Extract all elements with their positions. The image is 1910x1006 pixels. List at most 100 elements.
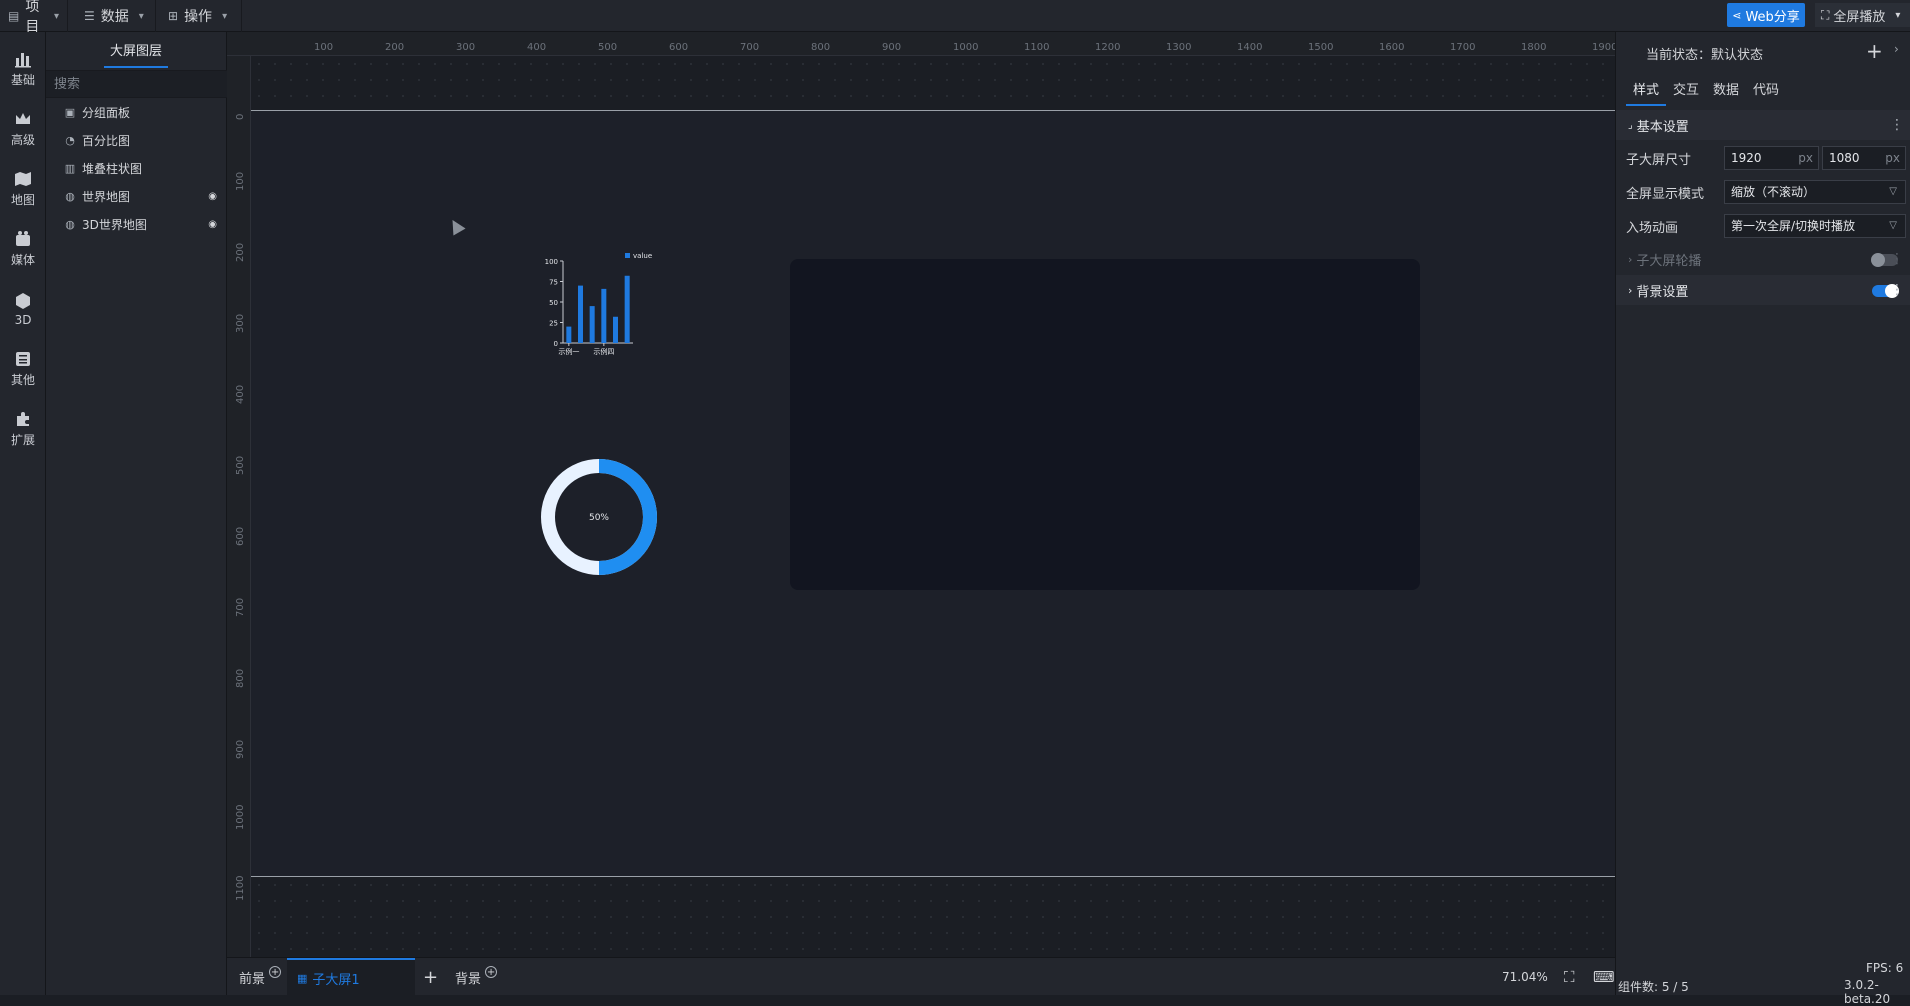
chevron-down-icon: ▾ — [222, 10, 228, 22]
layer-item-world-map[interactable]: ◍ 世界地图 ◉ — [46, 182, 227, 210]
tab-style[interactable]: 样式 — [1626, 76, 1666, 106]
bar — [624, 275, 630, 343]
sidebar-item-media[interactable]: 媒体 — [0, 224, 46, 274]
ruler-tick-label: 1000 — [953, 42, 979, 53]
tab-sub-screen-1[interactable]: ▦ 子大屏1 — [287, 958, 415, 996]
tab-background[interactable]: 背景 + — [455, 958, 498, 996]
chevron-down-icon: ▾ — [1895, 9, 1901, 21]
sidebar-item-label: 3D — [14, 312, 32, 327]
add-state-icon[interactable]: + — [1866, 39, 1883, 63]
section-background-settings[interactable]: › 背景设置 ⋮ — [1616, 275, 1910, 305]
web-share-button[interactable]: ⋖ Web分享 — [1727, 3, 1805, 27]
data-menu-label: 数据 — [100, 9, 129, 25]
cube-icon — [16, 292, 30, 309]
ruler-tick-label: 600 — [669, 42, 689, 53]
eye-hidden-icon[interactable]: ◉ — [208, 191, 217, 202]
bar — [601, 288, 607, 343]
ruler-tick-label: 1900 — [1592, 42, 1615, 53]
sidebar-item-advanced[interactable]: 高级 — [0, 104, 46, 154]
zoom-level[interactable]: 71.04% — [1502, 958, 1548, 996]
chevron-right-icon[interactable]: › — [1894, 42, 1899, 56]
sidebar-item-extension[interactable]: 扩展 — [0, 404, 46, 454]
row-fullscreen-mode: 全屏显示模式 缩放（不滚动） ▽ — [1616, 177, 1910, 207]
eye-hidden-icon[interactable]: ◉ — [208, 219, 217, 230]
fullscreen-mode-select[interactable]: 缩放（不滚动） ▽ — [1724, 180, 1906, 204]
tab-foreground[interactable]: 前景 + — [239, 958, 282, 996]
height-unit: px — [1885, 151, 1900, 165]
ruler-tick-label: 1400 — [1237, 42, 1263, 53]
sidebar-item-basic[interactable]: 基础 — [0, 44, 46, 94]
add-sub-screen-button[interactable]: + — [423, 958, 438, 996]
current-state-label: 当前状态：默认状态 — [1646, 48, 1764, 63]
ruler-tick-label: 1000 — [235, 804, 246, 830]
entry-animation-select[interactable]: 第一次全屏/切换时播放 ▽ — [1724, 214, 1906, 238]
section-carousel[interactable]: › 子大屏轮播 ⋮ — [1616, 244, 1910, 274]
layer-search-input[interactable]: 搜索 — [46, 70, 227, 98]
operation-menu[interactable]: ⊞ 操作 ▾ — [160, 0, 242, 32]
ruler-tick-label: 700 — [235, 597, 246, 617]
add-foreground-icon[interactable]: + — [269, 966, 282, 978]
layer-item-percentage[interactable]: ◔ 百分比图 — [46, 126, 227, 154]
section-basic-settings[interactable]: ⌟ 基本设置 ⋮ — [1616, 110, 1910, 140]
chevron-right-icon: › — [1628, 283, 1633, 297]
layer-item-label: 堆叠柱状图 — [82, 161, 143, 176]
layer-item-group-panel[interactable]: ▣ 分组面板 — [46, 98, 227, 126]
toggle-knob — [1871, 253, 1885, 267]
layer-item-stacked-bar[interactable]: ▥ 堆叠柱状图 — [46, 154, 227, 182]
tab-code[interactable]: 代码 — [1746, 76, 1786, 106]
sidebar-item-label: 其他 — [10, 373, 35, 387]
layer-item-3d-world-map[interactable]: ◍ 3D世界地图 ◉ — [46, 210, 227, 238]
crown-icon — [16, 113, 30, 124]
database-icon: ☰ — [84, 9, 95, 23]
ruler-tick-label: 1600 — [1379, 42, 1405, 53]
grid-icon: ⊞ — [168, 9, 179, 23]
sidebar-item-3d[interactable]: 3D — [0, 284, 46, 334]
editor-canvas[interactable]: 100 200 300 400 500 600 700 800 900 1000 1100 1200 1… — [227, 32, 1615, 957]
sidebar-item-map[interactable]: 地图 — [0, 164, 46, 214]
ruler-tick-label: 1100 — [1024, 42, 1050, 53]
sub-screen-icon: ▦ — [297, 971, 308, 985]
tab-interaction[interactable]: 交互 — [1666, 76, 1706, 106]
sidebar-item-other[interactable]: 其他 — [0, 344, 46, 394]
section-title: 子大屏轮播 — [1636, 253, 1702, 269]
more-options-icon[interactable]: ⋮ — [1890, 251, 1904, 267]
y-tick-label: 0 — [554, 340, 558, 348]
horizontal-ruler[interactable]: 100 200 300 400 500 600 700 800 900 1000 1100 1200 1… — [227, 32, 1615, 56]
vertical-ruler[interactable]: 0 100 200 300 400 500 600 700 800 900 1000 1100 — [227, 56, 251, 957]
fullscreen-play-button[interactable]: ⛶ 全屏播放 ▾ — [1815, 3, 1910, 27]
panel-icon: ▣ — [64, 105, 76, 119]
layer-item-label: 世界地图 — [82, 189, 131, 204]
data-menu[interactable]: ☰ 数据 ▾ — [76, 0, 156, 32]
bar — [578, 285, 583, 343]
tab-data[interactable]: 数据 — [1706, 76, 1746, 106]
width-value: 1920 — [1731, 151, 1762, 165]
fps-counter: FPS: 6 — [1866, 961, 1904, 975]
more-options-icon[interactable]: ⋮ — [1890, 117, 1904, 133]
sidebar-item-label: 基础 — [10, 73, 35, 87]
fullscreen-mode-label: 全屏显示模式 — [1626, 186, 1705, 202]
web-share-label: Web分享 — [1745, 9, 1800, 25]
bar — [589, 306, 595, 343]
sub-screen-area[interactable]: 0 25 50 75 100 示例一 示例四 value 50% — [251, 110, 1615, 877]
more-options-icon[interactable]: ⋮ — [1890, 282, 1904, 298]
project-menu[interactable]: ▤ 项目 ▾ — [0, 0, 68, 35]
x-tick-label: 示例一 — [558, 347, 579, 356]
group-panel[interactable] — [790, 259, 1420, 590]
width-input[interactable]: 1920 px — [1724, 146, 1819, 170]
stacked-bar-chart[interactable]: 0 25 50 75 100 示例一 示例四 value — [535, 251, 665, 371]
fit-screen-icon[interactable]: ⛶ — [1564, 958, 1575, 996]
add-background-icon[interactable]: + — [485, 966, 498, 978]
component-category-sidebar: 基础 高级 地图 媒体 3D 其他 扩展 — [0, 32, 46, 995]
sidebar-item-label: 地图 — [10, 193, 35, 207]
chevron-down-icon: ▽ — [1889, 186, 1897, 197]
height-input[interactable]: 1080 px — [1822, 146, 1906, 170]
background-label: 背景 — [455, 971, 482, 987]
fullscreen-play-label: 全屏播放 — [1833, 9, 1886, 25]
ruler-tick-label: 0 — [235, 113, 246, 120]
ruler-tick-label: 100 — [235, 171, 246, 191]
ruler-tick-label: 900 — [235, 739, 246, 759]
keyboard-icon[interactable]: ⌨ — [1593, 958, 1615, 996]
percentage-ring-chart[interactable]: 50% — [539, 457, 659, 577]
project-menu-label: 项目 — [25, 0, 40, 35]
tab-layers[interactable]: 大屏图层 — [104, 40, 168, 68]
